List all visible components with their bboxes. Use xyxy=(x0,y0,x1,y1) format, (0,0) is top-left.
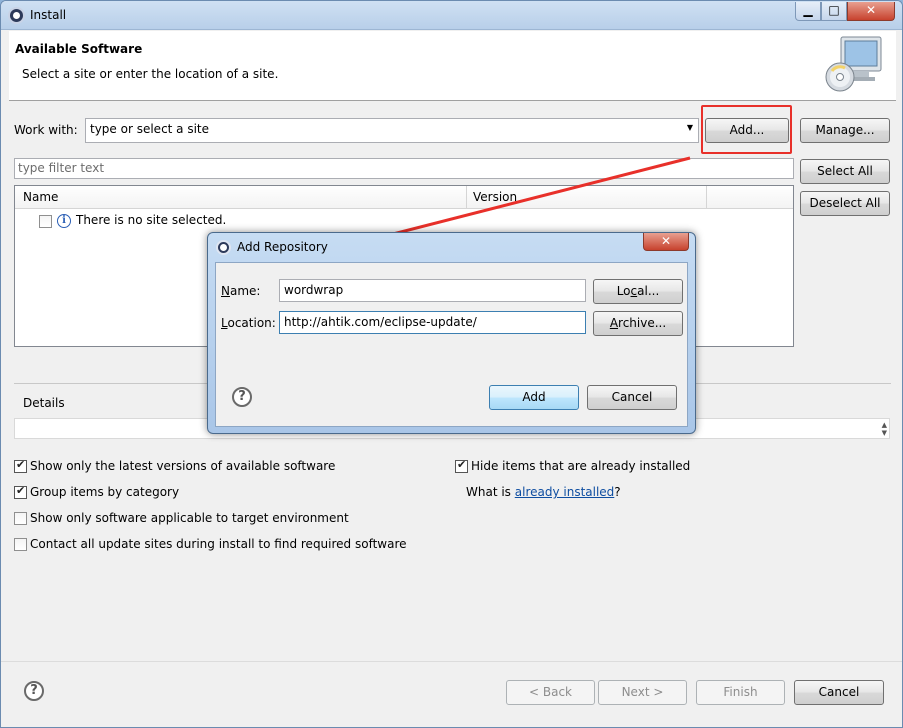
column-header-name[interactable]: Name xyxy=(23,190,58,204)
archive-button[interactable]: Archive... xyxy=(593,311,683,336)
dialog-title: Add Repository xyxy=(237,240,328,254)
wizard-header: Available Software Select a site or ente… xyxy=(9,31,896,101)
local-label-b: al... xyxy=(637,284,660,298)
cancel-button[interactable]: Cancel xyxy=(794,680,884,705)
minimize-button[interactable]: ▁ xyxy=(795,2,821,21)
local-button[interactable]: Local... xyxy=(593,279,683,304)
help-icon[interactable]: ? xyxy=(24,681,44,701)
name-label-mnemonic: N xyxy=(221,284,230,298)
show-applicable-checkbox[interactable] xyxy=(14,512,27,525)
dialog-cancel-button[interactable]: Cancel xyxy=(587,385,677,410)
group-by-category-label: Group items by category xyxy=(30,485,180,499)
eclipse-icon xyxy=(216,240,231,255)
contact-all-sites-checkbox[interactable] xyxy=(14,538,27,551)
chevron-down-icon[interactable]: ▼ xyxy=(687,123,693,132)
column-header-version[interactable]: Version xyxy=(473,190,517,204)
hide-installed-label: Hide items that are already installed xyxy=(471,459,691,473)
eclipse-icon xyxy=(8,7,25,24)
manage-button[interactable]: Manage... xyxy=(800,118,890,143)
title-bar[interactable]: Install ▁ □ ✕ xyxy=(1,1,902,30)
contact-all-sites-label: Contact all update sites during install … xyxy=(30,537,407,551)
select-all-button[interactable]: Select All xyxy=(800,159,890,184)
maximize-button[interactable]: □ xyxy=(821,2,847,21)
location-label-text: ocation: xyxy=(227,316,276,330)
hide-installed-checkbox[interactable] xyxy=(455,458,468,473)
info-icon: i xyxy=(57,214,71,228)
row-text: There is no site selected. xyxy=(76,213,227,227)
already-installed-link[interactable]: already installed xyxy=(515,485,615,499)
location-label: Location: xyxy=(221,316,276,330)
row-checkbox[interactable] xyxy=(39,215,52,228)
next-button[interactable]: Next > xyxy=(598,680,687,705)
cd-monitor-icon xyxy=(825,36,882,92)
what-is-prefix: What is xyxy=(466,485,515,499)
work-with-value: type or select a site xyxy=(90,122,210,136)
what-is-installed-text: What is already installed? xyxy=(466,485,621,499)
dialog-body: Name: wordwrap Local... Location: http:/… xyxy=(215,262,688,427)
name-input[interactable]: wordwrap xyxy=(279,279,586,302)
name-label-text: ame: xyxy=(229,284,261,298)
back-button[interactable]: < Back xyxy=(506,680,595,705)
window-title: Install xyxy=(30,8,67,22)
what-is-suffix: ? xyxy=(614,485,621,499)
add-button[interactable]: Add xyxy=(489,385,579,410)
close-button[interactable]: ✕ xyxy=(847,2,895,21)
column-separator xyxy=(466,186,467,208)
location-input[interactable]: http://ahtik.com/eclipse-update/ xyxy=(279,311,586,334)
group-by-category-checkbox[interactable] xyxy=(14,484,27,499)
scroll-arrows-icon[interactable]: ▲ ▼ xyxy=(882,421,887,437)
archive-label-mnemonic: A xyxy=(609,316,619,330)
table-header: Name Version xyxy=(15,186,793,209)
page-title: Available Software xyxy=(15,42,143,56)
work-with-combo[interactable]: type or select a site ▼ xyxy=(85,118,699,143)
show-applicable-label: Show only software applicable to target … xyxy=(30,511,349,525)
help-icon[interactable]: ? xyxy=(232,387,252,407)
annotation-highlight-box xyxy=(701,105,792,154)
finish-button[interactable]: Finish xyxy=(696,680,785,705)
details-label: Details xyxy=(23,396,65,410)
dialog-close-button[interactable]: ✕ xyxy=(643,233,689,251)
work-with-label: Work with: xyxy=(14,123,78,137)
footer-separator xyxy=(1,661,902,662)
name-label: Name: xyxy=(221,284,260,298)
filter-input[interactable]: type filter text xyxy=(14,158,794,179)
deselect-all-button[interactable]: Deselect All xyxy=(800,191,890,216)
show-latest-checkbox[interactable] xyxy=(14,458,27,473)
add-repository-dialog: Add Repository ✕ Name: wordwrap Local...… xyxy=(207,232,696,434)
page-subtitle: Select a site or enter the location of a… xyxy=(22,67,279,81)
show-latest-label: Show only the latest versions of availab… xyxy=(30,459,336,473)
archive-label-text: rchive... xyxy=(618,316,667,330)
local-label-a: Lo xyxy=(616,284,631,298)
column-separator xyxy=(706,186,707,208)
